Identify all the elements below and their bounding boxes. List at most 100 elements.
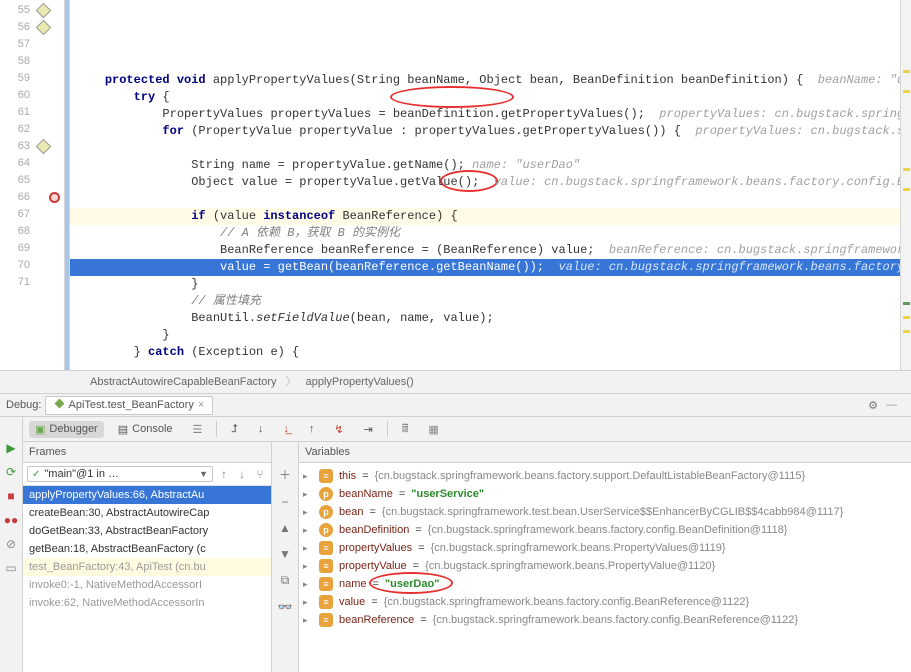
warning-marker[interactable] bbox=[903, 70, 910, 73]
breadcrumb[interactable]: AbstractAutowireCapableBeanFactory 〉 app… bbox=[0, 371, 911, 394]
gutter-row[interactable]: 66 bbox=[0, 189, 64, 206]
variable-row[interactable]: ▸≡this = {cn.bugstack.springframework.be… bbox=[299, 467, 911, 485]
code-line[interactable] bbox=[70, 140, 900, 157]
variable-row[interactable]: ▸pbeanDefinition = {cn.bugstack.springfr… bbox=[299, 521, 911, 539]
warning-marker[interactable] bbox=[903, 316, 910, 319]
gutter-marks[interactable] bbox=[36, 70, 64, 87]
gutter-marks[interactable] bbox=[36, 53, 64, 70]
override-marker-icon[interactable] bbox=[36, 20, 52, 36]
rerun-icon[interactable]: ▶ bbox=[4, 441, 18, 455]
code-line[interactable]: BeanReference beanReference = (BeanRefer… bbox=[70, 242, 900, 259]
gutter-row[interactable]: 63 bbox=[0, 138, 64, 155]
threads-icon[interactable]: ☰ bbox=[187, 421, 209, 438]
close-icon[interactable]: × bbox=[198, 399, 204, 411]
add-watch-icon[interactable]: ＋ bbox=[279, 466, 291, 483]
run-to-cursor-icon[interactable]: ⇥ bbox=[358, 421, 379, 438]
debug-config-tab[interactable]: ApiTest.test_BeanFactory × bbox=[45, 396, 213, 415]
code-line[interactable]: } catch (Exception e) { bbox=[70, 344, 900, 361]
remove-watch-icon[interactable]: − bbox=[281, 495, 288, 509]
drop-frame-icon[interactable]: ↯ bbox=[328, 421, 349, 438]
code-editor[interactable]: 5556575859606162636465666768697071 prote… bbox=[0, 0, 911, 371]
stack-frame[interactable]: test_BeanFactory:43, ApiTest (cn.bu bbox=[23, 558, 271, 576]
gutter-marks[interactable] bbox=[36, 121, 64, 138]
expand-arrow-icon[interactable]: ▸ bbox=[303, 597, 313, 608]
gutter-marks[interactable] bbox=[36, 274, 64, 291]
thread-selector[interactable]: "main"@1 in … ▼ bbox=[27, 466, 213, 482]
gutter-row[interactable]: 67 bbox=[0, 206, 64, 223]
code-line[interactable] bbox=[70, 191, 900, 208]
breakpoint-icon[interactable] bbox=[49, 192, 60, 203]
expand-arrow-icon[interactable]: ▸ bbox=[303, 507, 313, 518]
variable-row[interactable]: ▸≡value = {cn.bugstack.springframework.b… bbox=[299, 593, 911, 611]
gutter-row[interactable]: 57 bbox=[0, 36, 64, 53]
view-breakpoints-icon[interactable]: ●● bbox=[4, 513, 18, 527]
code-line[interactable]: // A 依赖 B，获取 B 的实例化 bbox=[70, 225, 900, 242]
code-line[interactable]: if (value instanceof BeanReference) { bbox=[70, 208, 900, 225]
gutter-row[interactable]: 70 bbox=[0, 257, 64, 274]
code-line[interactable]: PropertyValues propertyValues = beanDefi… bbox=[70, 106, 900, 123]
gutter-marks[interactable] bbox=[36, 206, 64, 223]
code-line[interactable]: // 属性填充 bbox=[70, 293, 900, 310]
step-into-icon[interactable]: ↓ bbox=[252, 421, 270, 437]
stack-frame[interactable]: doGetBean:33, AbstractBeanFactory bbox=[23, 522, 271, 540]
gutter-marks[interactable] bbox=[36, 19, 64, 36]
tab-debugger[interactable]: ▣ Debugger bbox=[29, 421, 104, 438]
ok-marker[interactable] bbox=[903, 302, 910, 305]
gutter-row[interactable]: 56 bbox=[0, 19, 64, 36]
gutter-row[interactable]: 65 bbox=[0, 172, 64, 189]
warning-marker[interactable] bbox=[903, 188, 910, 191]
error-stripe[interactable] bbox=[900, 0, 911, 370]
next-frame-icon[interactable]: ↓ bbox=[235, 467, 249, 481]
glasses-icon[interactable]: 👓 bbox=[278, 600, 293, 614]
execution-line[interactable]: value = getBean(beanReference.getBeanNam… bbox=[70, 259, 900, 276]
gutter-row[interactable]: 58 bbox=[0, 53, 64, 70]
stack-frame[interactable]: invoke0:-1, NativeMethodAccessorI bbox=[23, 576, 271, 594]
code-line[interactable]: String name = propertyValue.getName(); n… bbox=[70, 157, 900, 174]
step-over-icon[interactable]: ⮥ bbox=[225, 421, 244, 438]
minimize-icon[interactable]: — bbox=[886, 399, 897, 411]
evaluate-icon[interactable]: 🖩 bbox=[396, 418, 415, 441]
gutter-marks[interactable] bbox=[36, 240, 64, 257]
gutter-row[interactable]: 62 bbox=[0, 121, 64, 138]
gutter-marks[interactable] bbox=[36, 189, 64, 206]
variables-list[interactable]: ▸≡this = {cn.bugstack.springframework.be… bbox=[299, 463, 911, 672]
force-step-into-icon[interactable]: ↓̲ bbox=[277, 421, 295, 437]
expand-arrow-icon[interactable]: ▸ bbox=[303, 489, 313, 500]
trace-icon[interactable]: ▦ bbox=[422, 421, 444, 438]
gutter-row[interactable]: 59 bbox=[0, 70, 64, 87]
gutter-marks[interactable] bbox=[36, 36, 64, 53]
expand-arrow-icon[interactable]: ▸ bbox=[303, 543, 313, 554]
tab-console[interactable]: ▤ Console bbox=[112, 421, 179, 438]
warning-marker[interactable] bbox=[903, 330, 910, 333]
variable-row[interactable]: ▸pbean = {cn.bugstack.springframework.te… bbox=[299, 503, 911, 521]
stack-frame[interactable]: invoke:62, NativeMethodAccessorIn bbox=[23, 594, 271, 612]
breadcrumb-method[interactable]: applyPropertyValues() bbox=[306, 376, 414, 388]
variable-row[interactable]: ▸≡propertyValues = {cn.bugstack.springfr… bbox=[299, 539, 911, 557]
variable-row[interactable]: ▸≡propertyValue = {cn.bugstack.springfra… bbox=[299, 557, 911, 575]
up-icon[interactable]: ▲ bbox=[279, 521, 291, 535]
mute-breakpoints-icon[interactable]: ⊘ bbox=[4, 537, 18, 551]
code-line[interactable]: Object value = propertyValue.getValue();… bbox=[70, 174, 900, 191]
variable-row[interactable]: ▸≡beanReference = {cn.bugstack.springfra… bbox=[299, 611, 911, 629]
gutter-row[interactable]: 60 bbox=[0, 87, 64, 104]
code-line[interactable]: } bbox=[70, 276, 900, 293]
variable-row[interactable]: ▸≡name = "userDao" bbox=[299, 575, 911, 593]
expand-arrow-icon[interactable]: ▸ bbox=[303, 615, 313, 626]
stack-frame[interactable]: applyPropertyValues:66, AbstractAu bbox=[23, 486, 271, 504]
override-marker-icon[interactable] bbox=[36, 139, 52, 155]
filter-icon[interactable]: ⑂ bbox=[253, 467, 267, 481]
warning-marker[interactable] bbox=[903, 90, 910, 93]
code-line[interactable]: } bbox=[70, 327, 900, 344]
code-line[interactable]: for (PropertyValue propertyValue : prope… bbox=[70, 123, 900, 140]
gutter-marks[interactable] bbox=[36, 155, 64, 172]
code-area[interactable]: protected void applyPropertyValues(Strin… bbox=[70, 0, 900, 370]
gutter-row[interactable]: 71 bbox=[0, 274, 64, 291]
stack-frame[interactable]: getBean:18, AbstractBeanFactory (c bbox=[23, 540, 271, 558]
gutter-marks[interactable] bbox=[36, 104, 64, 121]
gear-icon[interactable]: ⚙ bbox=[868, 399, 878, 412]
gutter-row[interactable]: 55 bbox=[0, 2, 64, 19]
gutter-row[interactable]: 68 bbox=[0, 223, 64, 240]
breadcrumb-class[interactable]: AbstractAutowireCapableBeanFactory bbox=[90, 376, 276, 388]
expand-arrow-icon[interactable]: ▸ bbox=[303, 561, 313, 572]
code-line[interactable]: BeanUtil.setFieldValue(bean, name, value… bbox=[70, 310, 900, 327]
